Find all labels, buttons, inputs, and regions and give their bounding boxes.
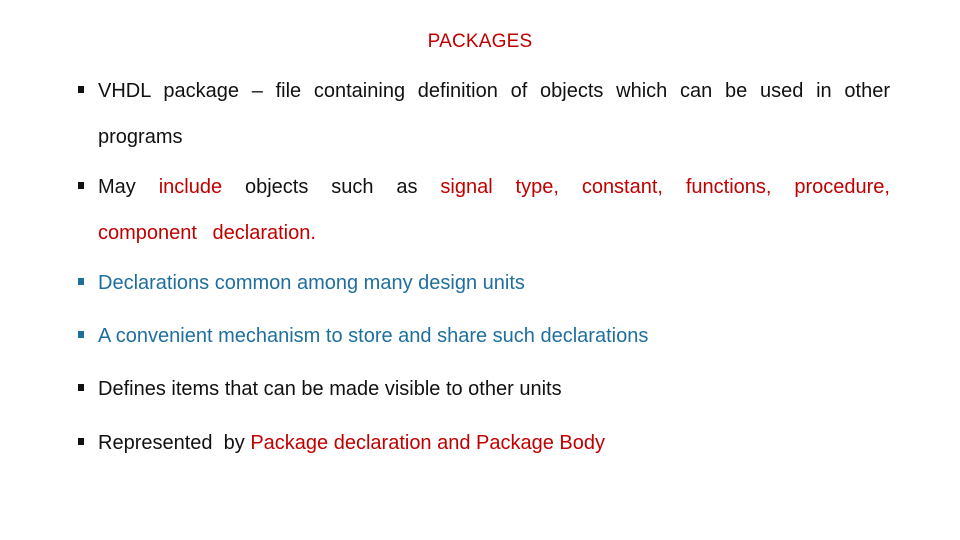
bullet-item: Declarations common among many design un… [78, 260, 890, 306]
bullet-text: May include objects such as signal type,… [78, 164, 890, 256]
bullet-item: A convenient mechanism to store and shar… [78, 313, 890, 359]
bullet-text-segment: VHDL package – file containing definitio… [98, 80, 890, 148]
square-bullet-icon [78, 331, 84, 338]
bullet-text-highlight: include [158, 176, 223, 198]
square-bullet-icon [78, 384, 84, 391]
square-bullet-icon [78, 182, 84, 189]
square-bullet-icon [78, 438, 84, 445]
bullet-item: VHDL package – file containing definitio… [78, 68, 890, 160]
square-bullet-icon [78, 278, 84, 285]
bullet-text-segment: Declarations common among many design un… [98, 272, 525, 294]
bullet-text: Represented by Package declaration and P… [78, 420, 890, 466]
bullet-text: Defines items that can be made visible t… [78, 366, 890, 412]
bullet-text-segment: Defines items that can be made visible t… [98, 378, 562, 400]
bullet-text-segment: Represented by [98, 432, 251, 454]
bullet-text: A convenient mechanism to store and shar… [78, 313, 890, 359]
bullet-text-segment: May [98, 176, 159, 198]
square-bullet-icon [78, 86, 84, 93]
bullet-text-highlight: Package declaration and Package Body [250, 432, 606, 454]
bullet-text: Declarations common among many design un… [78, 260, 890, 306]
bullet-item: Represented by Package declaration and P… [78, 420, 890, 466]
bullet-text-segment: A convenient mechanism to store and shar… [98, 325, 649, 347]
bullet-text: VHDL package – file containing definitio… [78, 68, 890, 160]
slide-title: PACKAGES [427, 31, 533, 52]
bullet-text-segment: objects such as [222, 176, 441, 198]
bullet-item: Defines items that can be made visible t… [78, 366, 890, 412]
bullet-item: May include objects such as signal type,… [78, 164, 890, 256]
